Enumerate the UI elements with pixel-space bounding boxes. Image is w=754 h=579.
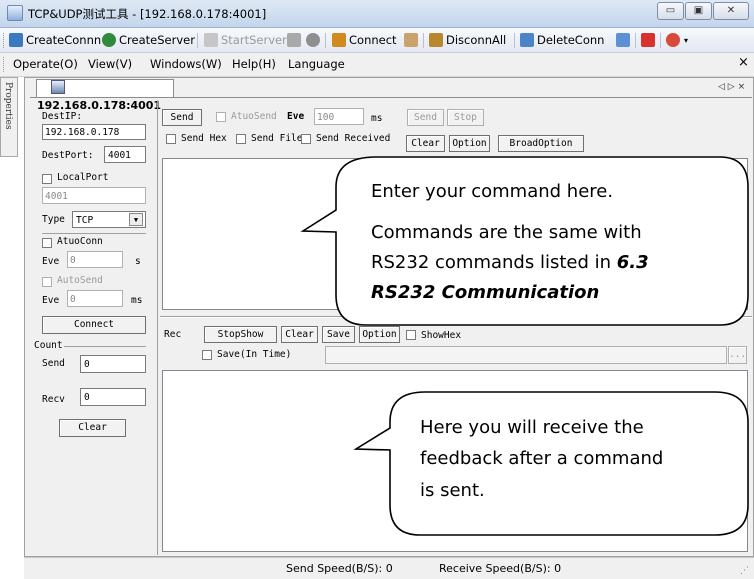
send-callout-line3-text: RS232 commands listed in: [371, 252, 617, 273]
send-callout-line1: Enter your command here.: [371, 181, 613, 202]
send-callout-line4: RS232 Communication: [371, 282, 599, 303]
callout-layer: Enter your command here. Commands are th…: [300, 156, 749, 536]
send-callout-section-number: 6.3: [617, 252, 649, 273]
send-callout-line3: RS232 commands listed in 6.3: [371, 252, 649, 273]
recv-callout-line3: is sent.: [420, 480, 485, 501]
recv-callout-line1: Here you will receive the: [420, 417, 644, 438]
send-callout-line2: Commands are the same with: [371, 222, 642, 243]
recv-callout-line2: feedback after a command: [420, 448, 663, 469]
